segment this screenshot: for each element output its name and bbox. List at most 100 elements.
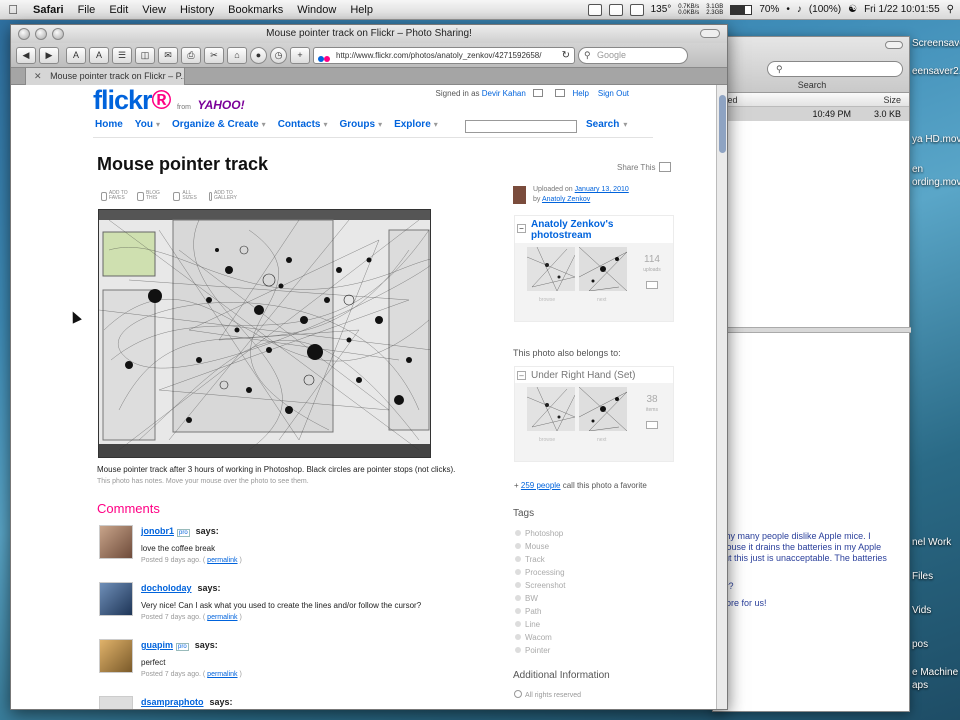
tag-item[interactable]: Photoshop: [515, 529, 563, 538]
desktop-file-label[interactable]: aps: [912, 680, 928, 691]
menu-window[interactable]: Window: [290, 4, 343, 16]
tag-item[interactable]: Path: [515, 607, 541, 616]
column-size[interactable]: Size: [861, 93, 909, 106]
volume-icon[interactable]: ♪: [797, 4, 802, 15]
stop-icon[interactable]: ●: [250, 46, 267, 64]
finder-window[interactable]: ⚲ Search ived Size 10:49 PM 3.0 KB why m…: [712, 36, 911, 712]
toolbar-toggle-button[interactable]: [700, 29, 720, 38]
next-label[interactable]: next: [597, 437, 606, 443]
set-title-link[interactable]: – Under Right Hand (Set): [515, 367, 673, 383]
tag-item[interactable]: Processing: [515, 568, 565, 577]
toolbar-toggle-button[interactable]: [885, 41, 903, 49]
tab-flickr[interactable]: ✕ Mouse pointer track on Flickr – P...: [25, 68, 185, 85]
menu-file[interactable]: File: [71, 4, 103, 16]
slideshow-icon[interactable]: [646, 421, 658, 429]
previous-photo-thumb[interactable]: [527, 387, 575, 431]
wifi-icon[interactable]: ☯: [848, 4, 857, 15]
collapse-icon[interactable]: –: [517, 371, 526, 380]
comment-user-link[interactable]: docholoday: [141, 583, 192, 593]
main-photo[interactable]: [98, 209, 431, 458]
minimize-window-button[interactable]: [35, 28, 47, 40]
menu-help[interactable]: Help: [343, 4, 380, 16]
window-titlebar[interactable]: Mouse pointer track on Flickr – Photo Sh…: [11, 25, 727, 43]
chevron-down-icon[interactable]: ▾: [323, 120, 327, 129]
tag-item[interactable]: Line: [515, 620, 540, 629]
avatar[interactable]: [99, 525, 133, 559]
menu-safari[interactable]: Safari: [26, 4, 71, 16]
desktop-file-label[interactable]: e Machine: [912, 667, 958, 678]
avatar[interactable]: [99, 696, 133, 709]
reload-icon[interactable]: ↻: [562, 48, 570, 63]
vertical-scrollbar[interactable]: [716, 85, 727, 709]
desktop-file-label[interactable]: nel Work: [912, 537, 951, 548]
collapse-icon[interactable]: –: [517, 224, 526, 233]
bookmarks-icon[interactable]: ◫: [135, 46, 155, 64]
back-button[interactable]: ◀: [16, 46, 36, 64]
avatar[interactable]: [99, 639, 133, 673]
nav-home[interactable]: Home: [95, 119, 123, 130]
mail-icon[interactable]: [533, 89, 544, 97]
next-photo-thumb[interactable]: [579, 247, 627, 291]
blog-this-button[interactable]: BLOG THIS: [137, 191, 165, 201]
desktop-file-label[interactable]: en: [912, 164, 923, 175]
slideshow-icon[interactable]: [646, 281, 658, 289]
battery-icon[interactable]: [730, 4, 753, 15]
reader-icon[interactable]: ☰: [112, 46, 132, 64]
comment-user-link[interactable]: dsampraphoto: [141, 697, 204, 707]
tag-item[interactable]: Wacom: [515, 633, 552, 642]
print-icon[interactable]: ⎙: [181, 46, 201, 64]
signed-in-user-link[interactable]: Devir Kahan: [482, 89, 526, 98]
chevron-down-icon[interactable]: ▾: [378, 120, 382, 129]
bluetooth-icon[interactable]: •: [786, 4, 790, 15]
timemachine-icon[interactable]: [629, 3, 644, 16]
disk-monitor[interactable]: 3.1GB 2.3GB: [706, 4, 723, 16]
tag-item[interactable]: Screenshot: [515, 581, 565, 590]
volume-percent[interactable]: (100%): [809, 4, 841, 15]
pane-splitter[interactable]: [713, 327, 911, 333]
apple-menu-icon[interactable]: : [0, 2, 26, 17]
comment-user-link[interactable]: guapim: [141, 640, 173, 650]
uploader-link[interactable]: Anatoly Zenkov: [542, 196, 590, 203]
home-icon[interactable]: ⌂: [227, 46, 247, 64]
faves-count-link[interactable]: 259 people: [521, 481, 561, 490]
snippet-icon[interactable]: ✂: [204, 46, 224, 64]
chevron-down-icon[interactable]: ▾: [262, 120, 266, 129]
next-label[interactable]: next: [597, 297, 606, 303]
nav-explore[interactable]: Explore ▾: [394, 119, 438, 130]
network-monitor[interactable]: 0.7KB/s 0.0KB/s: [678, 4, 699, 16]
site-search-button[interactable]: Search ▾: [586, 119, 627, 130]
desktop-file-label[interactable]: Files: [912, 571, 933, 582]
add-to-gallery-button[interactable]: ADD TO GALLERY: [209, 191, 237, 201]
nav-groups[interactable]: Groups ▾: [340, 119, 383, 130]
scrollbar-thumb[interactable]: [719, 95, 726, 153]
close-tab-icon[interactable]: ✕: [34, 71, 42, 81]
desktop-file-label[interactable]: Vids: [912, 605, 931, 616]
tag-item[interactable]: Mouse: [515, 542, 549, 551]
next-photo-thumb[interactable]: [579, 387, 627, 431]
tag-item[interactable]: Pointer: [515, 646, 550, 655]
dropbox-icon[interactable]: [587, 3, 602, 16]
address-bar[interactable]: http://www.flickr.com/photos/anatoly_zen…: [313, 46, 575, 64]
uploader-avatar[interactable]: [513, 186, 526, 204]
previous-photo-thumb[interactable]: [527, 247, 575, 291]
menu-history[interactable]: History: [173, 4, 221, 16]
add-to-faves-button[interactable]: ADD TO FAVES: [101, 191, 129, 201]
mail-icon[interactable]: ✉: [158, 46, 178, 64]
chevron-down-icon[interactable]: ▾: [434, 120, 438, 129]
flickr-logo[interactable]: flickr® from YAHOO!: [93, 85, 245, 116]
close-window-button[interactable]: [18, 28, 30, 40]
browse-label[interactable]: browse: [539, 437, 555, 443]
nav-you[interactable]: You ▾: [135, 119, 160, 130]
tag-item[interactable]: Track: [515, 555, 545, 564]
menu-clock[interactable]: Fri 1/22 10:01:55: [864, 4, 940, 15]
help-icon[interactable]: [555, 89, 566, 97]
google-search-input[interactable]: ⚲ Google: [578, 46, 688, 64]
nav-contacts[interactable]: Contacts ▾: [278, 119, 328, 130]
desktop-file-label[interactable]: pos: [912, 639, 928, 650]
chevron-down-icon[interactable]: ▾: [156, 120, 160, 129]
tag-item[interactable]: BW: [515, 594, 538, 603]
permalink-link[interactable]: permalink: [207, 671, 237, 678]
menu-bookmarks[interactable]: Bookmarks: [221, 4, 290, 16]
browse-label[interactable]: browse: [539, 297, 555, 303]
sign-out-link[interactable]: Sign Out: [598, 89, 629, 98]
